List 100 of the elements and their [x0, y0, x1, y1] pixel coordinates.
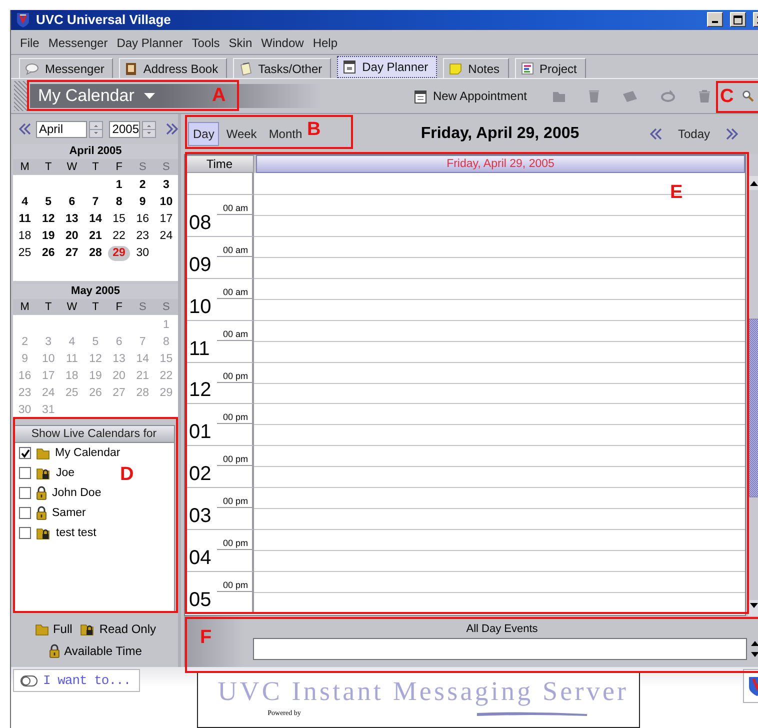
calendar-day[interactable]: 26 — [36, 246, 60, 261]
calendar-day[interactable]: 4 — [13, 195, 37, 210]
banner-title: UVC Instant Messaging Server — [218, 677, 629, 705]
calendar-day[interactable]: 19 — [36, 229, 60, 244]
minimize-icon — [712, 21, 718, 24]
calendar-dropdown[interactable]: My Calendar — [30, 84, 162, 108]
checkbox[interactable] — [19, 527, 31, 539]
callout-letter: B — [307, 120, 321, 140]
padlock-icon — [36, 486, 47, 500]
search-icon[interactable] — [742, 90, 754, 102]
spinner-icon[interactable] — [89, 120, 104, 138]
calendar-name[interactable]: Samer — [52, 507, 86, 519]
calendar-day[interactable]: 23 — [130, 229, 154, 244]
calendar-name[interactable]: My Calendar — [55, 447, 120, 459]
folder-icon[interactable] — [552, 90, 566, 103]
menu-item[interactable]: Help — [310, 36, 344, 50]
new-appointment-button[interactable]: New Appointment — [414, 88, 527, 104]
calendar-day[interactable]: 2 — [130, 178, 154, 193]
all-day-events-field[interactable] — [253, 638, 747, 660]
weekday-label: F — [114, 300, 124, 315]
double-chevron-right-icon[interactable] — [166, 123, 178, 135]
menu-item[interactable]: Messenger — [46, 36, 115, 50]
notepad-icon — [239, 62, 252, 76]
view-mode-tab[interactable]: Day — [188, 122, 220, 146]
hour-label: 01 — [188, 421, 212, 446]
calendar-day[interactable]: 5 — [36, 195, 60, 210]
hour-label: 03 — [188, 505, 212, 530]
spinner-icon[interactable] — [142, 120, 156, 138]
note-icon — [449, 62, 462, 76]
view-mode-tab[interactable]: Week — [221, 122, 262, 146]
time-minutes: 00 pm — [222, 454, 249, 466]
refresh-icon[interactable] — [660, 89, 676, 104]
menu-item[interactable]: Skin — [226, 36, 260, 50]
calendar-day[interactable]: 24 — [154, 229, 178, 244]
calendar-day[interactable]: 17 — [154, 212, 178, 227]
calendar-day[interactable]: 14 — [84, 212, 108, 227]
calendar-day[interactable]: 27 — [60, 246, 84, 261]
double-chevron-right-icon[interactable] — [726, 128, 738, 140]
menu-item[interactable]: Day Planner — [114, 36, 190, 50]
tab[interactable]: Project — [514, 58, 586, 78]
hour-label: 04 — [188, 547, 212, 572]
checkbox[interactable] — [19, 447, 31, 459]
calendar-day[interactable]: 25 — [13, 246, 37, 261]
calendar-day[interactable]: 10 — [154, 195, 178, 210]
toolbar-grip[interactable] — [14, 81, 28, 112]
year-field[interactable]: 2005 — [109, 120, 140, 138]
calendar-day[interactable]: 28 — [84, 246, 108, 261]
hour-label: 12 — [188, 379, 212, 404]
calendar-day[interactable]: 20 — [60, 229, 84, 244]
tab[interactable]: Day Planner — [337, 56, 438, 78]
window-title: UVC Universal Village — [36, 12, 172, 28]
maximize-button[interactable] — [730, 12, 746, 28]
double-chevron-left-icon[interactable] — [650, 128, 662, 140]
locked-folder-icon — [36, 466, 51, 480]
minimize-button[interactable] — [707, 12, 723, 28]
calendar-day[interactable]: 3 — [154, 178, 178, 193]
book-icon — [125, 62, 138, 76]
calendar-day[interactable]: 21 — [84, 229, 108, 244]
calendar-day[interactable]: 9 — [130, 195, 154, 210]
calendar-name[interactable]: Joe — [56, 467, 75, 479]
calendar-day[interactable]: 6 — [60, 195, 84, 210]
today-button[interactable]: Today — [678, 127, 710, 141]
i-want-to-button[interactable]: I want to... — [13, 669, 140, 692]
callout-letter: C — [720, 87, 734, 107]
checkbox[interactable] — [19, 467, 31, 479]
tab[interactable]: Messenger — [19, 58, 114, 78]
trash-can-icon[interactable] — [698, 89, 711, 104]
tab[interactable]: Address Book — [119, 58, 228, 78]
menu-item[interactable]: File — [18, 36, 46, 50]
checkbox[interactable] — [19, 507, 31, 519]
calendar-day[interactable]: 13 — [60, 212, 84, 227]
trash-can-icon[interactable] — [588, 89, 600, 104]
time-minutes: 00 am — [222, 244, 249, 256]
menu-item[interactable]: Window — [259, 36, 311, 50]
callout-letter: D — [120, 465, 134, 485]
calendar-day[interactable]: 22 — [107, 229, 131, 244]
weekday-label: S — [162, 160, 171, 175]
calendar-day[interactable]: 1 — [107, 178, 131, 193]
double-chevron-left-icon[interactable] — [19, 123, 31, 135]
calendar-day[interactable]: 30 — [130, 246, 154, 261]
weekday-label: F — [114, 160, 124, 175]
menu-item[interactable]: Tools — [190, 36, 227, 50]
calendar-day[interactable]: 12 — [36, 212, 60, 227]
calendar-day[interactable]: 8 — [107, 195, 131, 210]
tab[interactable]: Tasks/Other — [233, 58, 332, 78]
calendar-name[interactable]: test test — [56, 527, 96, 539]
month-field[interactable]: April — [36, 120, 88, 138]
calendar-day[interactable]: 16 — [130, 212, 154, 227]
tab[interactable]: Notes — [443, 58, 509, 78]
calendar-name[interactable]: John Doe — [52, 487, 102, 499]
calendar-day[interactable]: 15 — [107, 212, 131, 227]
calendar-day[interactable]: 11 — [13, 212, 37, 227]
calendar-day[interactable]: 18 — [13, 229, 37, 244]
calendar-icon — [414, 88, 427, 104]
view-mode-tab[interactable]: Month — [264, 122, 308, 146]
calendar-day[interactable]: 7 — [84, 195, 108, 210]
padlock-icon — [49, 644, 60, 658]
app-logo-icon — [15, 12, 31, 28]
weekday-label: T — [44, 160, 53, 175]
checkbox[interactable] — [19, 487, 31, 499]
